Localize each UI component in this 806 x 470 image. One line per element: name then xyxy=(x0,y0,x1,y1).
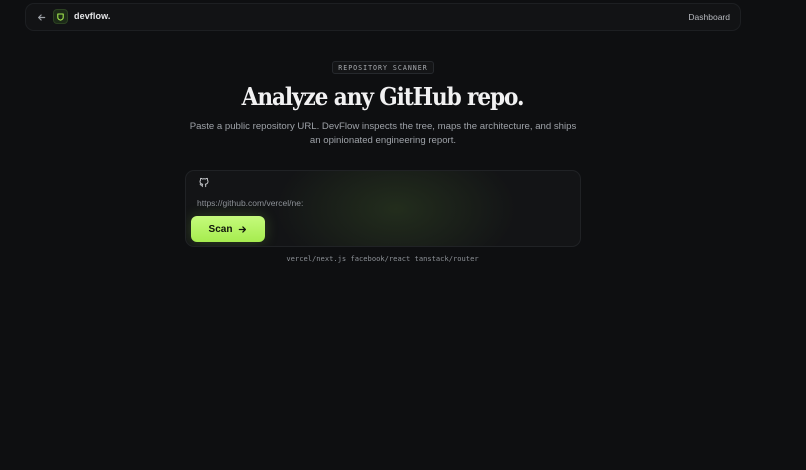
shield-icon xyxy=(57,13,64,21)
scan-card: Scan xyxy=(185,170,581,247)
example-repo-link[interactable]: tanstack/router xyxy=(415,254,479,263)
back-button[interactable] xyxy=(34,10,48,24)
example-repo-link[interactable]: vercel/next.js xyxy=(286,254,346,263)
example-repos: vercel/next.js facebook/react tanstack/r… xyxy=(0,254,765,263)
arrow-left-icon xyxy=(37,13,45,21)
repo-url-input[interactable] xyxy=(197,196,567,210)
page-title: Analyze any GitHub repo. xyxy=(241,82,525,111)
scan-button[interactable]: Scan xyxy=(191,216,265,242)
top-nav: devflow. Dashboard xyxy=(25,3,741,31)
github-icon xyxy=(199,177,209,188)
logo[interactable] xyxy=(53,9,68,24)
arrow-right-icon xyxy=(239,225,247,233)
scan-button-label: Scan xyxy=(208,223,233,235)
section-kicker: REPOSITORY SCANNER xyxy=(332,61,434,74)
nav-link-dashboard[interactable]: Dashboard xyxy=(688,12,730,22)
brand-name[interactable]: devflow. xyxy=(74,11,110,21)
page-subtitle: Paste a public repository URL. DevFlow i… xyxy=(189,121,577,146)
example-repo-link[interactable]: facebook/react xyxy=(350,254,410,263)
page: devflow. Dashboard REPOSITORY SCANNER An… xyxy=(0,0,806,470)
